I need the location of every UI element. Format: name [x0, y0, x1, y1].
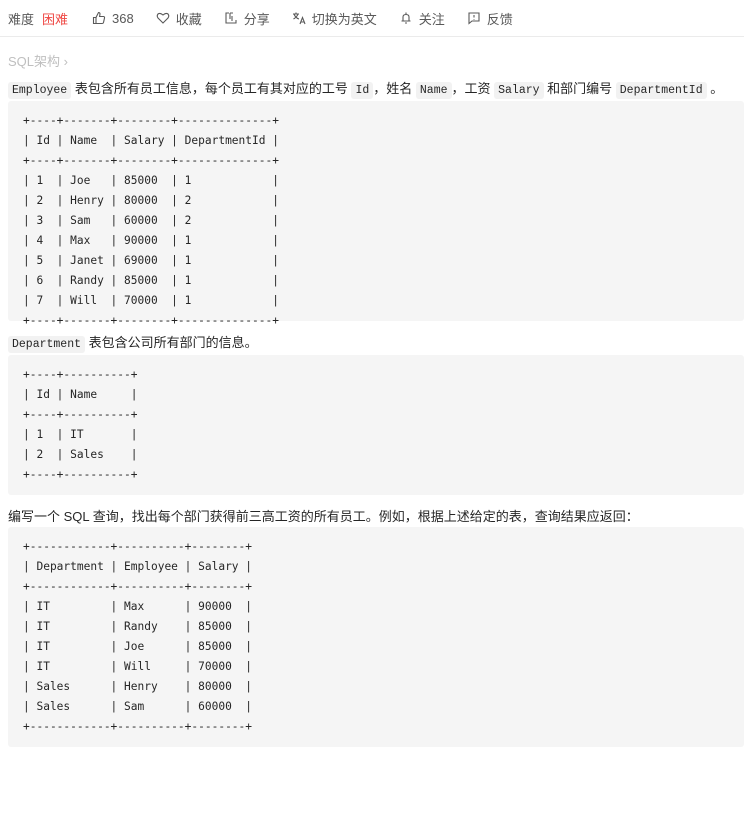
- table-border-line: +------------+----------+--------+: [23, 540, 253, 553]
- table-row: | 2 | Henry | 80000 | 2 |: [23, 194, 279, 207]
- code-name: Name: [415, 82, 452, 99]
- chevron-right-icon: ›: [63, 54, 68, 69]
- description-text: 和部门编号: [543, 81, 616, 96]
- code-salary: Salary: [494, 82, 544, 99]
- table-border-line: +------------+----------+--------+: [23, 720, 253, 733]
- description-text: ，工资: [451, 81, 495, 96]
- table-row: | 4 | Max | 90000 | 1 |: [23, 234, 279, 247]
- table-header-row: | Id | Name | Salary | DepartmentId |: [23, 134, 279, 147]
- difficulty-label: 难度: [8, 11, 35, 27]
- table-border-line: +------------+----------+--------+: [23, 580, 253, 593]
- like-count: 368: [112, 10, 134, 26]
- task-description: 编写一个 SQL 查询，找出每个部门获得前三高工资的所有员工。例如，根据上述给定…: [8, 509, 639, 524]
- favorite-label: 收藏: [175, 11, 202, 27]
- table-row: | 2 | Sales |: [23, 448, 138, 461]
- table-border-line: +----+----------+: [23, 368, 138, 381]
- description-text: ，姓名: [373, 81, 416, 96]
- code-department-id: DepartmentId: [615, 82, 707, 99]
- table-row: | IT | Joe | 85000 |: [23, 640, 253, 653]
- code-id: Id: [351, 82, 374, 99]
- feedback-label: 反馈: [486, 11, 513, 27]
- employee-table-block: +----+-------+--------+--------------+ | …: [8, 101, 744, 327]
- table-border-line: +----+----------+: [23, 468, 138, 481]
- table-header-row: | Id | Name |: [23, 388, 138, 401]
- table-row: | Sales | Sam | 60000 |: [23, 700, 253, 713]
- table-row: | 3 | Sam | 60000 | 2 |: [23, 214, 279, 227]
- table-border-line: +----+-------+--------+--------------+: [23, 314, 279, 327]
- table-row: | 5 | Janet | 69000 | 1 |: [23, 254, 279, 267]
- table-header-row: | Department | Employee | Salary |: [23, 560, 253, 573]
- follow-label: 关注: [418, 11, 445, 27]
- like-button[interactable]: 368: [92, 11, 134, 26]
- description-text: 表包含公司所有部门的信息。: [85, 335, 258, 350]
- bell-icon: [399, 11, 413, 25]
- switch-language-label: 切换为英文: [311, 11, 377, 27]
- feedback-icon: [467, 11, 481, 25]
- table-row: | IT | Randy | 85000 |: [23, 620, 253, 633]
- table-row: | 1 | Joe | 85000 | 1 |: [23, 174, 279, 187]
- table-row: | Sales | Henry | 80000 |: [23, 680, 253, 693]
- feedback-button[interactable]: 反馈: [467, 9, 513, 28]
- heart-icon: [156, 11, 170, 25]
- table-row: | IT | Max | 90000 |: [23, 600, 253, 613]
- difficulty-badge: 困难: [42, 11, 69, 27]
- table-row: | IT | Will | 70000 |: [23, 660, 253, 673]
- share-button[interactable]: 分享: [224, 9, 270, 28]
- thumbs-up-icon: [92, 11, 106, 25]
- question-toolbar: 难度 困难 368 收藏 分享 切换为英文 关注 反馈: [0, 0, 744, 37]
- table-row: | 6 | Randy | 85000 | 1 |: [23, 274, 279, 287]
- table-row: | 1 | IT |: [23, 428, 138, 441]
- switch-language-button[interactable]: 切换为英文: [292, 9, 377, 28]
- description-text: 表包含所有员工信息，每个员工有其对应的工号: [71, 81, 352, 96]
- employee-table-description: Employee 表包含所有员工信息，每个员工有其对应的工号 Id ，姓名 Nam…: [8, 79, 751, 101]
- breadcrumb[interactable]: SQL架构 ›: [8, 51, 751, 69]
- code-employee: Employee: [8, 82, 72, 99]
- table-border-line: +----+-------+--------+--------------+: [23, 114, 279, 127]
- table-row: | 7 | Will | 70000 | 1 |: [23, 294, 279, 307]
- favorite-button[interactable]: 收藏: [156, 9, 202, 28]
- table-border-line: +----+-------+--------+--------------+: [23, 154, 279, 167]
- result-table-block: +------------+----------+--------+ | Depa…: [8, 527, 744, 747]
- translate-icon: [292, 11, 306, 25]
- description-text: 。: [706, 81, 724, 96]
- department-table-block: +----+----------+ | Id | Name | +----+----…: [8, 355, 744, 495]
- follow-button[interactable]: 关注: [399, 9, 445, 28]
- department-table-description: Department 表包含公司所有部门的信息。: [8, 333, 751, 355]
- table-border-line: +----+----------+: [23, 408, 138, 421]
- code-department: Department: [8, 336, 86, 353]
- share-icon: [224, 11, 238, 25]
- share-label: 分享: [243, 11, 270, 27]
- breadcrumb-tag[interactable]: SQL架构: [8, 54, 60, 69]
